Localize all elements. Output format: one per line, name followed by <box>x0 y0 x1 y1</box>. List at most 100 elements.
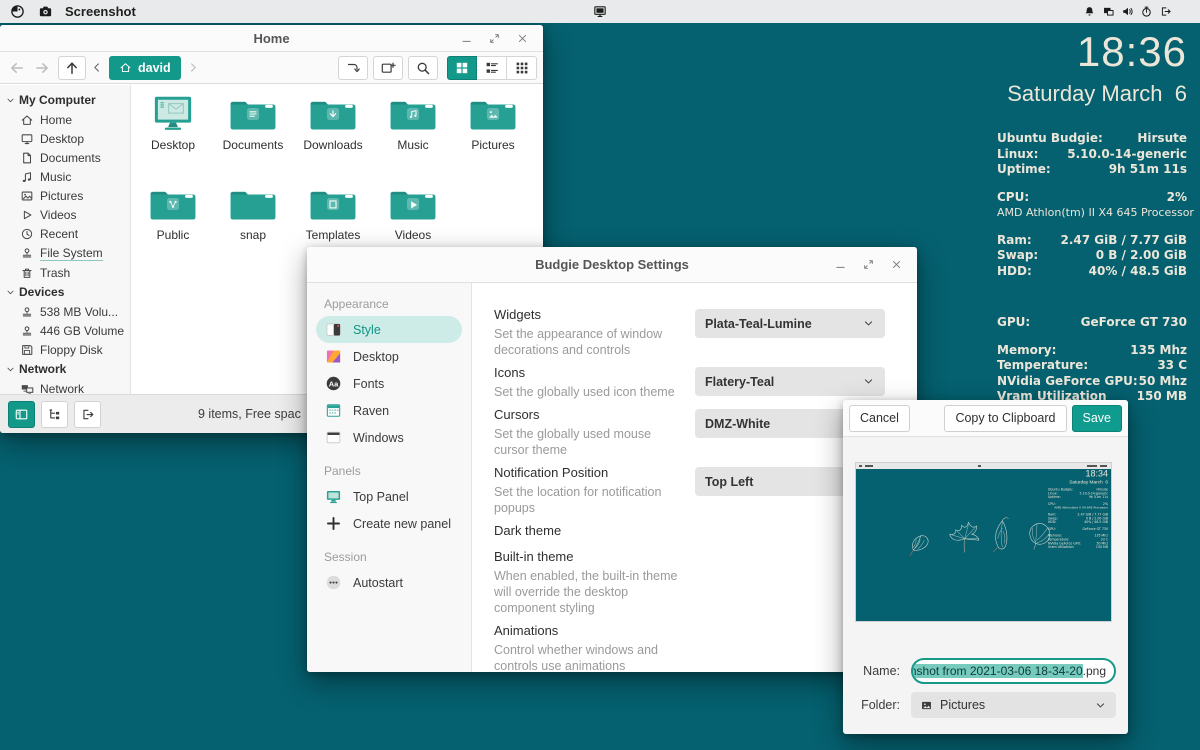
sidebar-item[interactable]: Trash <box>0 263 130 282</box>
file-item[interactable]: Desktop <box>133 93 213 183</box>
chevron-right-icon[interactable] <box>186 60 201 75</box>
sidebar-item[interactable]: Music <box>0 167 130 186</box>
section-label-panels: Panels <box>316 460 462 483</box>
file-item[interactable]: Documents <box>213 93 293 183</box>
settings-titlebar[interactable]: Budgie Desktop Settings <box>307 247 917 283</box>
sidebar-item[interactable]: 446 GB Volume <box>0 321 130 340</box>
cancel-button[interactable]: Cancel <box>849 405 910 432</box>
forward-arrow-icon[interactable] <box>31 57 53 79</box>
compact-view-button[interactable] <box>507 56 537 80</box>
sidebar-section-network[interactable]: Network <box>0 359 130 379</box>
section-label-appearance: Appearance <box>316 293 462 316</box>
copy-to-clipboard-button[interactable]: Copy to Clipboard <box>944 405 1066 432</box>
music-icon <box>20 170 34 184</box>
maximize-icon[interactable] <box>488 32 501 45</box>
setting-description: Control whether windows and controls use… <box>494 642 689 672</box>
desktop: 18:36 Saturday March 6 Ubuntu Budgie:Hir… <box>0 0 1200 750</box>
sidebar-section-my-computer[interactable]: My Computer <box>0 90 130 110</box>
bell-icon[interactable] <box>1083 5 1096 18</box>
show-places-button[interactable] <box>8 401 35 428</box>
setting-title: Notification Position <box>494 465 689 481</box>
sidebar-item[interactable]: File System <box>0 243 130 263</box>
chevron-down-icon <box>862 317 875 330</box>
minimize-icon[interactable] <box>460 32 473 45</box>
chevron-down-icon <box>1094 699 1107 712</box>
setting-title: Cursors <box>494 407 689 423</box>
folder-dropdown[interactable]: Pictures <box>911 692 1116 718</box>
sidebar-section-devices[interactable]: Devices <box>0 282 130 302</box>
volume-icon[interactable] <box>1121 5 1134 18</box>
sidebar-item[interactable]: Home <box>0 110 130 129</box>
setting-title: Animations <box>494 623 689 639</box>
file-item[interactable]: Music <box>373 93 453 183</box>
timer-icon[interactable] <box>1140 5 1153 18</box>
logout-icon[interactable] <box>1159 5 1172 18</box>
settings-sidebar-item[interactable]: Windows <box>316 424 462 451</box>
setting-description: When enabled, the built-in theme will ov… <box>494 568 689 616</box>
info-row: CPU:2% <box>997 190 1187 206</box>
maximize-icon[interactable] <box>862 258 875 271</box>
chevron-down-icon <box>5 287 16 298</box>
settings-sidebar-item[interactable]: Top Panel <box>316 483 462 510</box>
screenshot-preview: 18:34 Saturday March 6 Ubuntu Budgie:Hir… <box>855 462 1112 622</box>
toggle-location-entry-button[interactable] <box>338 56 368 80</box>
filename-input[interactable]: Screenshot from 2021-03-06 18-34-20.png <box>911 658 1116 684</box>
settings-sidebar-item[interactable]: Raven <box>316 397 462 424</box>
sidebar-item[interactable]: Pictures <box>0 186 130 205</box>
file-item[interactable]: Downloads <box>293 93 373 183</box>
screen-icon[interactable] <box>593 4 608 19</box>
list-view-icon <box>484 60 500 76</box>
close-icon[interactable] <box>516 32 529 45</box>
settings-sidebar-item[interactable]: Style <box>316 316 462 343</box>
dialog-headerbar[interactable]: Cancel Copy to Clipboard Save <box>843 400 1128 437</box>
chevron-left-icon[interactable] <box>89 60 104 75</box>
settings-sidebar-item[interactable]: Aa Fonts <box>316 370 462 397</box>
image-icon <box>20 189 34 203</box>
save-button[interactable]: Save <box>1072 405 1123 432</box>
sidebar-item[interactable]: 538 MB Volu... <box>0 302 130 321</box>
sidebar-item[interactable]: Documents <box>0 148 130 167</box>
plus-icon <box>325 515 342 532</box>
up-button[interactable] <box>58 56 86 80</box>
active-app-title: Screenshot <box>65 4 136 19</box>
screenshot-save-dialog: Cancel Copy to Clipboard Save <box>843 400 1128 734</box>
sidebar-item[interactable]: Videos <box>0 205 130 224</box>
file-item[interactable]: snap <box>213 183 293 273</box>
sidebar-item[interactable]: Desktop <box>0 129 130 148</box>
settings-sidebar-item[interactable]: Desktop <box>316 343 462 370</box>
up-arrow-icon <box>64 60 80 76</box>
plain-folder-icon <box>228 185 278 223</box>
settings-sidebar-item[interactable]: Autostart <box>316 569 462 596</box>
sidebar-item[interactable]: Network <box>0 379 130 394</box>
back-arrow-icon[interactable] <box>6 57 28 79</box>
file-manager-titlebar[interactable]: Home <box>0 25 543 52</box>
setting-title: Icons <box>494 365 689 381</box>
breadcrumb-home-segment[interactable]: david <box>109 56 181 80</box>
grid-view-button[interactable] <box>447 56 477 80</box>
list-view-button[interactable] <box>477 56 507 80</box>
windows-icon[interactable] <box>1102 5 1115 18</box>
status-text: 9 items, Free spac <box>198 407 301 421</box>
settings-sidebar-item[interactable]: Create new panel <box>316 510 462 537</box>
sidebar-item[interactable]: Recent <box>0 224 130 243</box>
info-row: Linux:5.10.0-14-generic <box>997 147 1187 163</box>
minimize-icon[interactable] <box>834 258 847 271</box>
setting-dropdown[interactable]: Flatery-Teal <box>695 367 885 396</box>
file-item[interactable]: Public <box>133 183 213 273</box>
show-treeview-button[interactable] <box>41 401 68 428</box>
autostart-icon <box>325 574 342 591</box>
pictures-folder-icon <box>920 699 933 712</box>
eject-button[interactable] <box>74 401 101 428</box>
setting-dropdown[interactable]: Plata-Teal-Lumine <box>695 309 885 338</box>
home-icon <box>20 113 34 127</box>
cpu-model: AMD Athlon(tm) II X4 645 Processor <box>997 205 1187 221</box>
grid-view-icon <box>454 60 470 76</box>
new-folder-button[interactable] <box>373 56 403 80</box>
file-item[interactable]: Pictures <box>453 93 533 183</box>
top-panel: Screenshot <box>0 0 1200 23</box>
search-button[interactable] <box>408 56 438 80</box>
screenshot-app-icon[interactable] <box>38 4 53 19</box>
sidebar-item[interactable]: Floppy Disk <box>0 340 130 359</box>
budgie-icon[interactable] <box>10 4 25 19</box>
close-icon[interactable] <box>890 258 903 271</box>
